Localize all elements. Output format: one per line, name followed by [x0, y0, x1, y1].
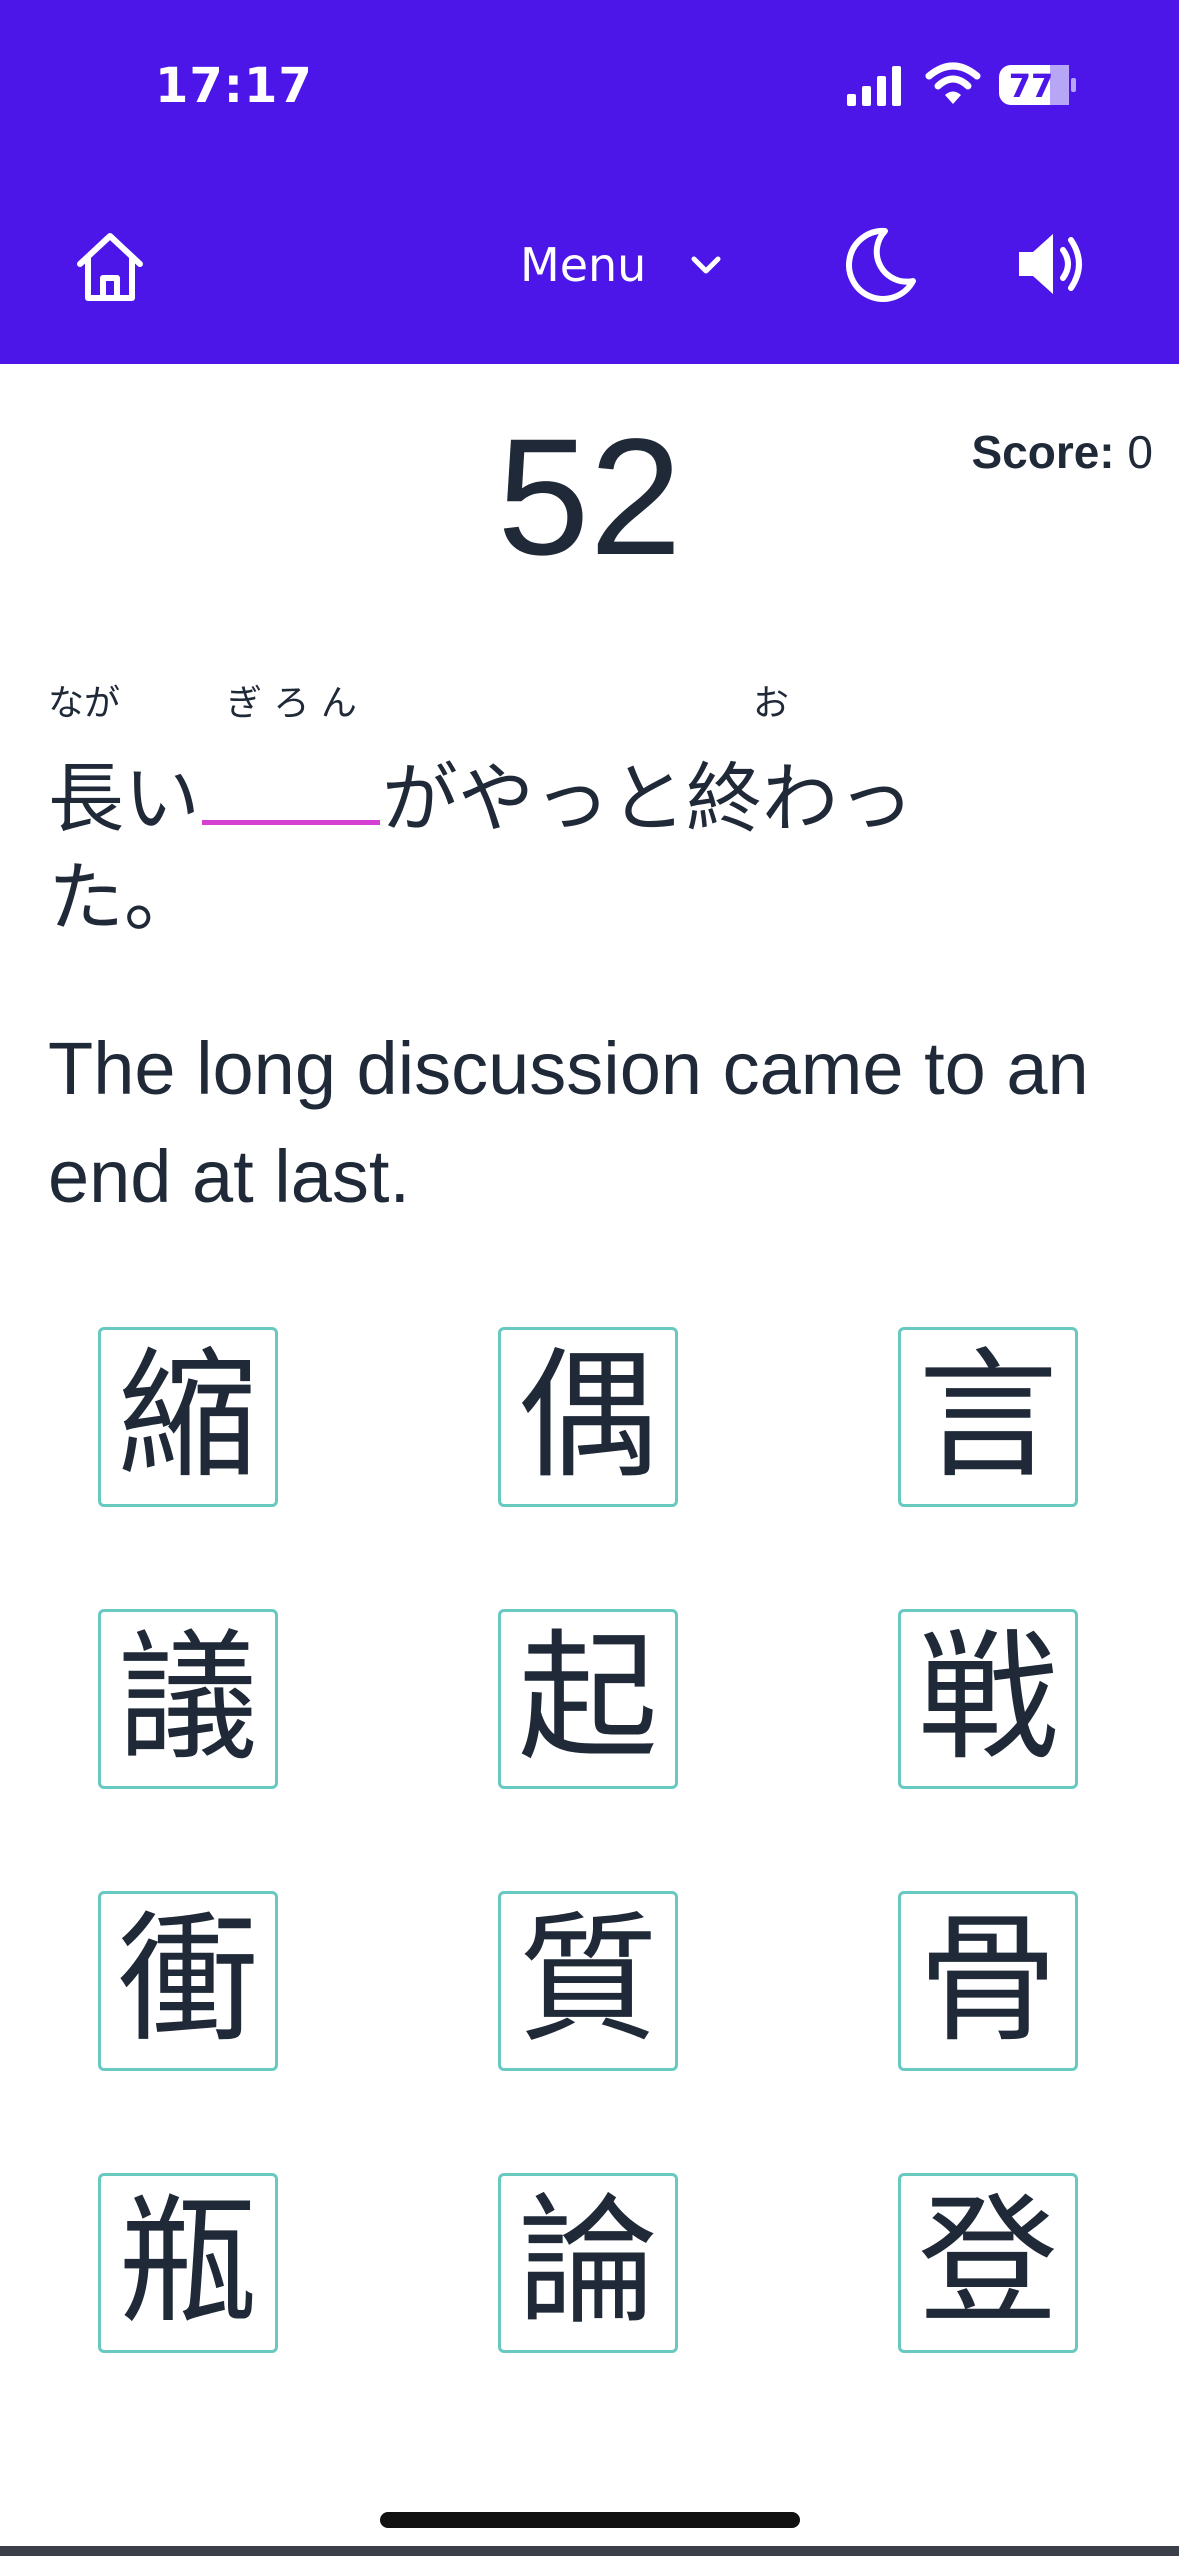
- score-value: 0: [1127, 426, 1153, 478]
- kanji-choice-1[interactable]: 縮: [98, 1327, 278, 1507]
- wifi-icon: [925, 62, 981, 104]
- home-button[interactable]: [72, 228, 148, 304]
- sentence-part-2: がやっと終わっ: [382, 754, 914, 843]
- score-label: Score:: [971, 426, 1115, 478]
- furigana-giron: ぎ ろ ん: [226, 683, 357, 724]
- home-indicator: [380, 2512, 800, 2528]
- kanji-choice-10[interactable]: 瓶: [98, 2173, 278, 2353]
- kanji-character: 起: [517, 1617, 658, 1780]
- kanji-character: 骨: [917, 1899, 1058, 2062]
- kanji-choice-11[interactable]: 論: [498, 2173, 678, 2353]
- kanji-character: 言: [917, 1335, 1058, 1498]
- kanji-choice-7[interactable]: 衝: [98, 1891, 278, 2071]
- status-time: 17:17: [155, 58, 313, 114]
- bottom-edge: [0, 2546, 1179, 2556]
- kanji-character: 偶: [517, 1335, 658, 1498]
- kanji-character: 論: [517, 2181, 658, 2344]
- app-header: 17:17 77 Menu: [0, 0, 1179, 364]
- signal-icon: [847, 66, 901, 106]
- kanji-character: 衝: [117, 1899, 258, 2062]
- menu-dropdown[interactable]: Menu: [520, 232, 726, 298]
- kanji-choice-4[interactable]: 議: [98, 1609, 278, 1789]
- battery-level: 77: [1008, 67, 1054, 105]
- kanji-character: 議: [117, 1617, 258, 1780]
- sentence-line-2: た。: [48, 853, 200, 942]
- kanji-choice-6[interactable]: 戦: [898, 1609, 1078, 1789]
- battery-icon: 77: [998, 64, 1078, 106]
- furigana-naga: なが: [48, 683, 121, 724]
- score-display: Score: 0: [971, 425, 1153, 479]
- kanji-character: 縮: [117, 1335, 258, 1498]
- english-translation: The long discussion came to an end at la…: [48, 1027, 1089, 1218]
- kanji-character: 瓶: [117, 2181, 258, 2344]
- answer-blank: [202, 760, 380, 825]
- sentence-part-1: 長い: [48, 754, 200, 843]
- kanji-character: 質: [517, 1899, 658, 2062]
- kanji-choice-8[interactable]: 質: [498, 1891, 678, 2071]
- sound-toggle[interactable]: [1015, 228, 1087, 300]
- dark-mode-toggle[interactable]: [845, 225, 917, 303]
- kanji-choice-12[interactable]: 登: [898, 2173, 1078, 2353]
- kanji-character: 戦: [917, 1617, 1058, 1780]
- chevron-down-icon: [691, 256, 721, 274]
- kanji-choice-5[interactable]: 起: [498, 1609, 678, 1789]
- kanji-choice-2[interactable]: 偶: [498, 1327, 678, 1507]
- menu-label: Menu: [520, 238, 647, 292]
- sentence-line-1: 長い がやっと終わっ: [48, 760, 914, 837]
- furigana-o: お: [753, 683, 790, 724]
- kanji-choice-3[interactable]: 言: [898, 1327, 1078, 1507]
- kanji-character: 登: [917, 2181, 1058, 2344]
- kanji-choice-9[interactable]: 骨: [898, 1891, 1078, 2071]
